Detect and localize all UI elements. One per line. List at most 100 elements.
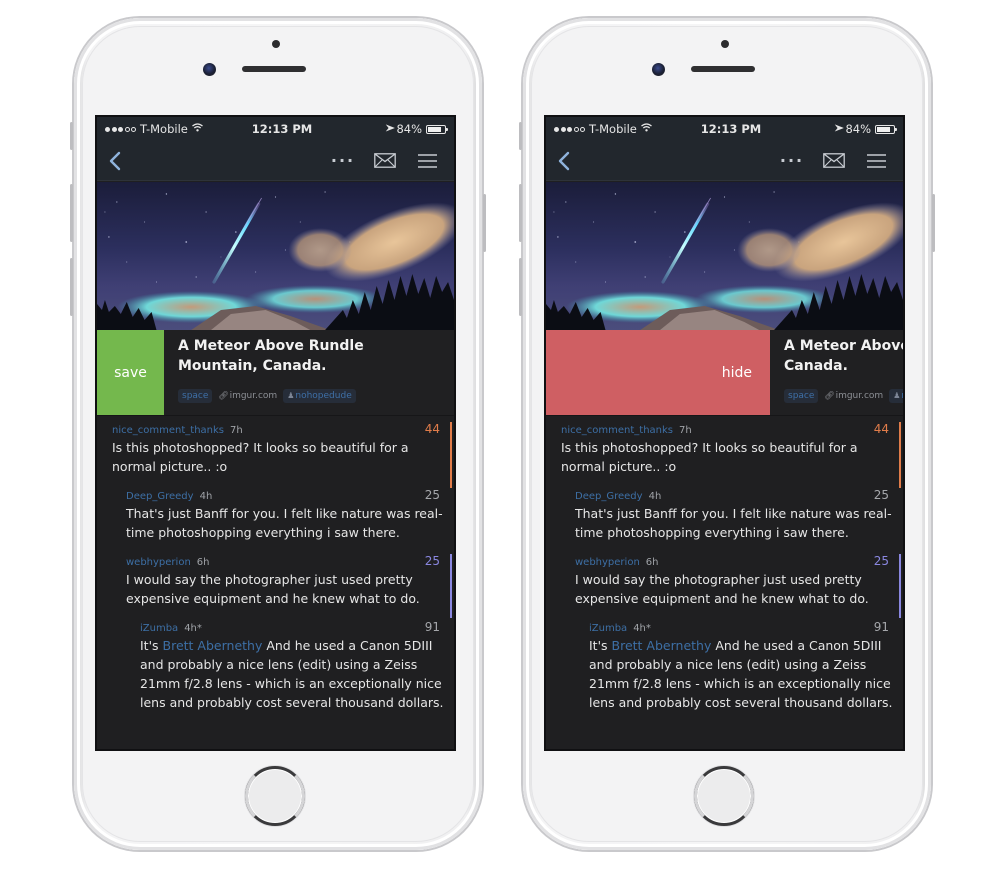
post-title[interactable]: A Meteor Above Rundle Mountain, Canada. [784, 336, 903, 376]
user-mention-link[interactable]: Brett Abernethy [163, 638, 263, 653]
status-bar: T-Mobile 12:13 PM 84% [546, 117, 903, 141]
earpiece-speaker [242, 66, 306, 72]
author-tag[interactable]: ♟︎nohopedude [889, 389, 903, 403]
power-button [932, 194, 935, 252]
mute-switch [519, 122, 522, 150]
signal-dot [118, 126, 123, 132]
comment-author[interactable]: Deep_Greedy [126, 491, 194, 502]
author-name: nohopedude [901, 391, 903, 401]
battery-icon [875, 124, 897, 134]
back-chevron-icon[interactable] [558, 149, 576, 173]
app-screen: T-Mobile 12:13 PM 84% ··· [544, 115, 905, 751]
battery-fill [877, 126, 891, 132]
swipe-hide-button[interactable]: hide [546, 330, 770, 415]
comment-age: 7h [230, 425, 243, 436]
comment[interactable]: Deep_Greedy 4h 25 That's just Banff for … [97, 488, 454, 542]
comment[interactable]: iZumba 4h* 91 It's Brett Abernethy And h… [97, 620, 454, 712]
home-button [694, 766, 754, 826]
envelope-icon[interactable] [370, 149, 400, 173]
post-image[interactable] [546, 182, 903, 330]
comment-author[interactable]: nice_comment_thanks [561, 425, 673, 436]
phone-mockup-save: T-Mobile 12:13 PM 84% ··· save A Meteor … [70, 18, 486, 850]
meteor-streak [212, 202, 261, 284]
comment[interactable]: Deep_Greedy 4h 25 That's just Banff for … [546, 488, 903, 542]
comment-author[interactable]: iZumba [589, 623, 627, 634]
volume-down-button [70, 258, 73, 316]
post-row[interactable]: save A Meteor Above Rundle Mountain, Can… [97, 330, 454, 416]
comment-depth-bar [450, 422, 452, 488]
signal-dot [580, 126, 585, 132]
author-tag[interactable]: ♟︎nohopedude [283, 389, 356, 403]
comment[interactable]: nice_comment_thanks 7h 44 Is this photos… [97, 422, 454, 488]
hamburger-menu-icon[interactable] [412, 149, 442, 173]
swipe-action-label: save [114, 364, 147, 381]
earpiece-speaker [691, 66, 755, 72]
proximity-sensor [272, 40, 280, 48]
comment[interactable]: webhyperion 6h 25 I would say the photog… [97, 554, 454, 618]
signal-strength-icon [554, 126, 585, 132]
comment-score: 25 [424, 488, 440, 502]
back-chevron-icon[interactable] [109, 149, 127, 173]
comment-author[interactable]: Deep_Greedy [575, 491, 643, 502]
comment-age: 7h [679, 425, 692, 436]
home-button [245, 766, 305, 826]
comment-text: Is this photoshopped? It looks so beauti… [561, 440, 858, 474]
carrier-name: T-Mobile [140, 122, 188, 136]
signal-dot [554, 126, 559, 132]
domain-link[interactable]: 🔗︎imgur.com [216, 389, 279, 403]
subreddit-tag[interactable]: space [784, 389, 819, 403]
meteor-photo [546, 191, 903, 330]
post-meta: space 🔗︎imgur.com ♟︎nohopedude [178, 389, 356, 403]
comment[interactable]: iZumba 4h* 91 It's Brett Abernethy And h… [546, 620, 903, 712]
meteor-streak [661, 202, 710, 284]
navigation-bar: ··· [97, 141, 454, 181]
comment-text: I would say the photographer just used p… [575, 572, 869, 606]
comment-author[interactable]: webhyperion [126, 557, 191, 568]
comment-depth-bar [450, 554, 452, 618]
comment-list: nice_comment_thanks 7h 44 Is this photos… [546, 416, 903, 749]
user-icon: ♟︎ [287, 391, 295, 400]
link-icon: 🔗︎ [824, 391, 835, 400]
wifi-icon [640, 123, 652, 135]
clock: 12:13 PM [700, 122, 762, 136]
comment-author[interactable]: iZumba [140, 623, 178, 634]
comment-text: It's Brett Abernethy And he used a Canon… [589, 636, 903, 712]
comment-author[interactable]: nice_comment_thanks [112, 425, 224, 436]
more-options-icon[interactable]: ··· [328, 149, 358, 173]
comment[interactable]: nice_comment_thanks 7h 44 Is this photos… [546, 422, 903, 488]
swipe-save-button[interactable]: save [97, 330, 164, 415]
signal-dot [131, 126, 136, 132]
comment-age: 4h [648, 491, 662, 502]
carrier-name: T-Mobile [589, 122, 637, 136]
clock: 12:13 PM [251, 122, 313, 136]
link-icon: 🔗︎ [218, 391, 229, 400]
signal-dot [111, 126, 117, 132]
location-arrow-icon [381, 122, 396, 137]
power-button [483, 194, 486, 252]
comment-text: I would say the photographer just used p… [126, 572, 420, 606]
signal-strength-icon [105, 126, 136, 132]
battery-percent: 84% [845, 122, 871, 136]
post-row[interactable]: hide A Meteor Above Rundle Mountain, Can… [546, 330, 903, 416]
front-camera [652, 63, 665, 76]
post-image[interactable] [97, 182, 454, 330]
comment-score: 25 [873, 488, 889, 502]
comment-text: Is this photoshopped? It looks so beauti… [112, 440, 409, 474]
comment[interactable]: webhyperion 6h 25 I would say the photog… [546, 554, 903, 618]
comment-author[interactable]: webhyperion [575, 557, 640, 568]
envelope-icon[interactable] [819, 149, 849, 173]
comment-text-prefix: It's [589, 638, 612, 653]
subreddit-tag[interactable]: space [178, 389, 213, 403]
post-title[interactable]: A Meteor Above Rundle Mountain, Canada. [178, 336, 444, 376]
battery-fill [428, 126, 442, 132]
comment-score: 91 [873, 620, 889, 634]
user-mention-link[interactable]: Brett Abernethy [612, 638, 712, 653]
volume-up-button [519, 184, 522, 242]
comment-text: It's Brett Abernethy And he used a Canon… [140, 636, 454, 712]
domain-link[interactable]: 🔗︎imgur.com [822, 389, 885, 403]
app-screen: T-Mobile 12:13 PM 84% ··· [95, 115, 456, 751]
comment-depth-bar [899, 422, 901, 488]
hamburger-menu-icon[interactable] [861, 149, 891, 173]
proximity-sensor [721, 40, 729, 48]
more-options-icon[interactable]: ··· [777, 149, 807, 173]
